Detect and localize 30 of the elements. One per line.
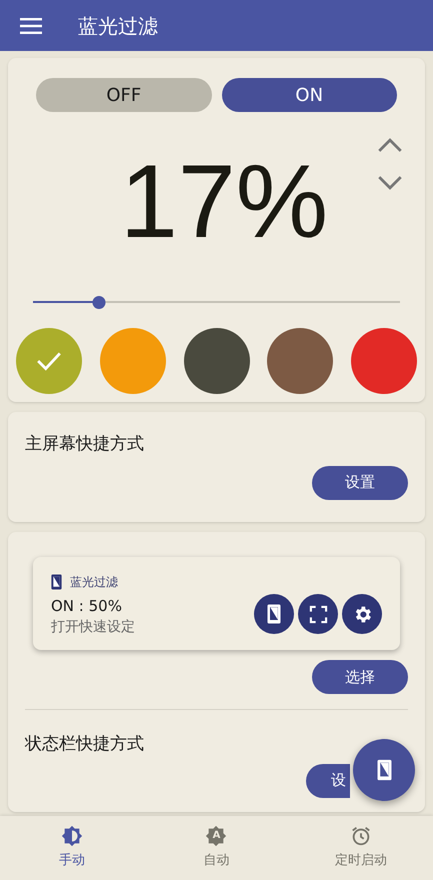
check-icon bbox=[36, 351, 62, 371]
screen-filter-button[interactable] bbox=[254, 594, 294, 634]
nav-tab[interactable]: 手动 bbox=[0, 816, 144, 880]
notification-subtitle: 打开快速设定 bbox=[51, 618, 135, 637]
fullscreen-button[interactable] bbox=[298, 594, 338, 634]
power-toggle[interactable]: ON bbox=[222, 78, 397, 112]
chevron-down-icon[interactable] bbox=[377, 175, 403, 190]
app-title: 蓝光过滤 bbox=[78, 12, 158, 40]
nav-tab[interactable]: A 自动 bbox=[144, 816, 289, 880]
auto-brightness-icon: A bbox=[205, 825, 228, 848]
phone-icon bbox=[51, 574, 62, 590]
phone-icon bbox=[376, 759, 392, 781]
section-title: 状态栏快捷方式 bbox=[25, 733, 145, 756]
section-title: 主屏幕快捷方式 bbox=[25, 433, 145, 456]
notification-status: ON : 50% bbox=[51, 596, 123, 616]
settings-button[interactable] bbox=[342, 594, 382, 634]
menu-icon[interactable] bbox=[20, 18, 42, 34]
notification-app-name: 蓝光过滤 bbox=[70, 574, 118, 590]
brightness-icon bbox=[61, 825, 84, 848]
nav-tab[interactable]: 定时启动 bbox=[288, 816, 433, 880]
power-toggle[interactable]: OFF bbox=[36, 78, 212, 112]
intensity-reading: 17% bbox=[120, 150, 328, 254]
slider-thumb[interactable] bbox=[92, 296, 106, 308]
phone-icon bbox=[267, 604, 281, 624]
set-button[interactable]: 设置 bbox=[312, 466, 408, 500]
fullscreen-icon bbox=[308, 604, 328, 624]
set-button[interactable]: 设 bbox=[306, 764, 350, 798]
select-button[interactable]: 选择 bbox=[312, 660, 408, 694]
alarm-clock-icon bbox=[350, 825, 372, 848]
chevron-up-icon[interactable] bbox=[377, 138, 403, 153]
